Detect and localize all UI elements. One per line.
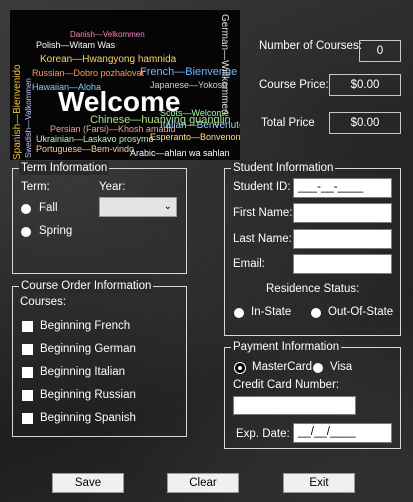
welcome-banner-image: Welcome Spanish—Bienvenido French—Bienve…: [10, 10, 240, 160]
banner-word: Persian (Farsi)—Khosh amadid: [50, 124, 176, 134]
banner-word: Korean—Hwangyong hamnida: [40, 54, 177, 65]
payment-info-legend: Payment Information: [231, 340, 342, 354]
instate-label[interactable]: In-State: [251, 306, 291, 318]
total-price-label: Total Price: [261, 117, 315, 129]
save-button[interactable]: Save: [52, 473, 124, 493]
course-checkbox-italian[interactable]: [22, 367, 33, 378]
course-price-label: Course Price:: [259, 79, 329, 91]
clear-button[interactable]: Clear: [167, 473, 239, 493]
spring-label[interactable]: Spring: [39, 225, 72, 237]
email-label: Email:: [233, 258, 265, 270]
mastercard-label[interactable]: MasterCard: [252, 361, 312, 373]
course-checkbox-spanish[interactable]: [22, 413, 33, 424]
number-of-courses-value: 0: [359, 40, 401, 62]
mastercard-radio[interactable]: [235, 363, 245, 373]
visa-label[interactable]: Visa: [330, 361, 352, 373]
course-label-german[interactable]: Beginning German: [40, 343, 136, 355]
credit-card-number-label: Credit Card Number:: [233, 379, 340, 391]
last-name-label: Last Name:: [233, 233, 292, 245]
chevron-down-icon: ⌄: [163, 201, 172, 212]
student-id-input[interactable]: ___-__-____: [293, 178, 392, 198]
student-id-label: Student ID:: [233, 181, 291, 193]
course-label-russian[interactable]: Beginning Russian: [40, 389, 136, 401]
out-of-state-label[interactable]: Out-Of-State: [328, 306, 393, 318]
course-label-italian[interactable]: Beginning Italian: [40, 366, 125, 378]
year-label: Year:: [99, 181, 126, 193]
total-price-value: $0.00: [329, 112, 401, 134]
first-name-input[interactable]: [293, 203, 392, 223]
credit-card-number-input[interactable]: [233, 396, 356, 415]
banner-word: Hawaiian—Aloha: [32, 82, 102, 92]
out-of-state-radio[interactable]: [311, 308, 321, 318]
banner-word: Portuguese—Bem-vindo: [36, 144, 135, 154]
banner-word: Ukrainian—Laskavo prosymo: [36, 134, 154, 144]
course-price-value: $0.00: [329, 74, 401, 96]
course-label-french[interactable]: Beginning French: [40, 320, 130, 332]
course-order-legend: Course Order Information: [19, 279, 154, 293]
banner-word: Polish—Witam Was: [36, 40, 116, 50]
banner-word: Danish—Velkommen: [70, 30, 145, 39]
courses-label: Courses:: [20, 296, 67, 308]
course-label-spanish[interactable]: Beginning Spanish: [40, 412, 136, 424]
banner-word: German—Willkommen: [219, 14, 230, 115]
fall-label[interactable]: Fall: [39, 202, 58, 214]
banner-word: Spanish—Bienvenido: [12, 64, 23, 160]
banner-word: Scots—Welcome: [160, 108, 229, 118]
residence-status-label: Residence Status:: [266, 283, 360, 295]
course-checkbox-russian[interactable]: [22, 390, 33, 401]
visa-radio[interactable]: [313, 363, 323, 373]
term-info-legend: Term Information: [19, 161, 110, 175]
number-of-courses-label: Number of Courses:: [259, 40, 362, 52]
last-name-input[interactable]: [293, 229, 392, 249]
first-name-label: First Name:: [233, 207, 293, 219]
exp-date-input[interactable]: __/__/____: [293, 423, 392, 443]
instate-radio[interactable]: [234, 308, 244, 318]
term-label: Term:: [21, 181, 50, 193]
banner-word: Arabic—ahlan wa sahlan: [130, 148, 230, 158]
banner-word: Swedish—Valkommen: [24, 78, 33, 158]
exit-button[interactable]: Exit: [283, 473, 355, 493]
spring-radio[interactable]: [21, 227, 31, 237]
course-checkbox-french[interactable]: [22, 321, 33, 332]
student-info-legend: Student Information: [231, 161, 336, 175]
fall-radio[interactable]: [21, 204, 31, 214]
banner-word: Japanese—Yokoso: [150, 80, 228, 90]
exp-date-label: Exp. Date:: [236, 428, 290, 440]
banner-word: Russian—Dobro pozhalovat': [32, 68, 146, 78]
email-input[interactable]: [293, 254, 392, 274]
year-select[interactable]: ⌄: [99, 197, 177, 217]
course-checkbox-german[interactable]: [22, 344, 33, 355]
